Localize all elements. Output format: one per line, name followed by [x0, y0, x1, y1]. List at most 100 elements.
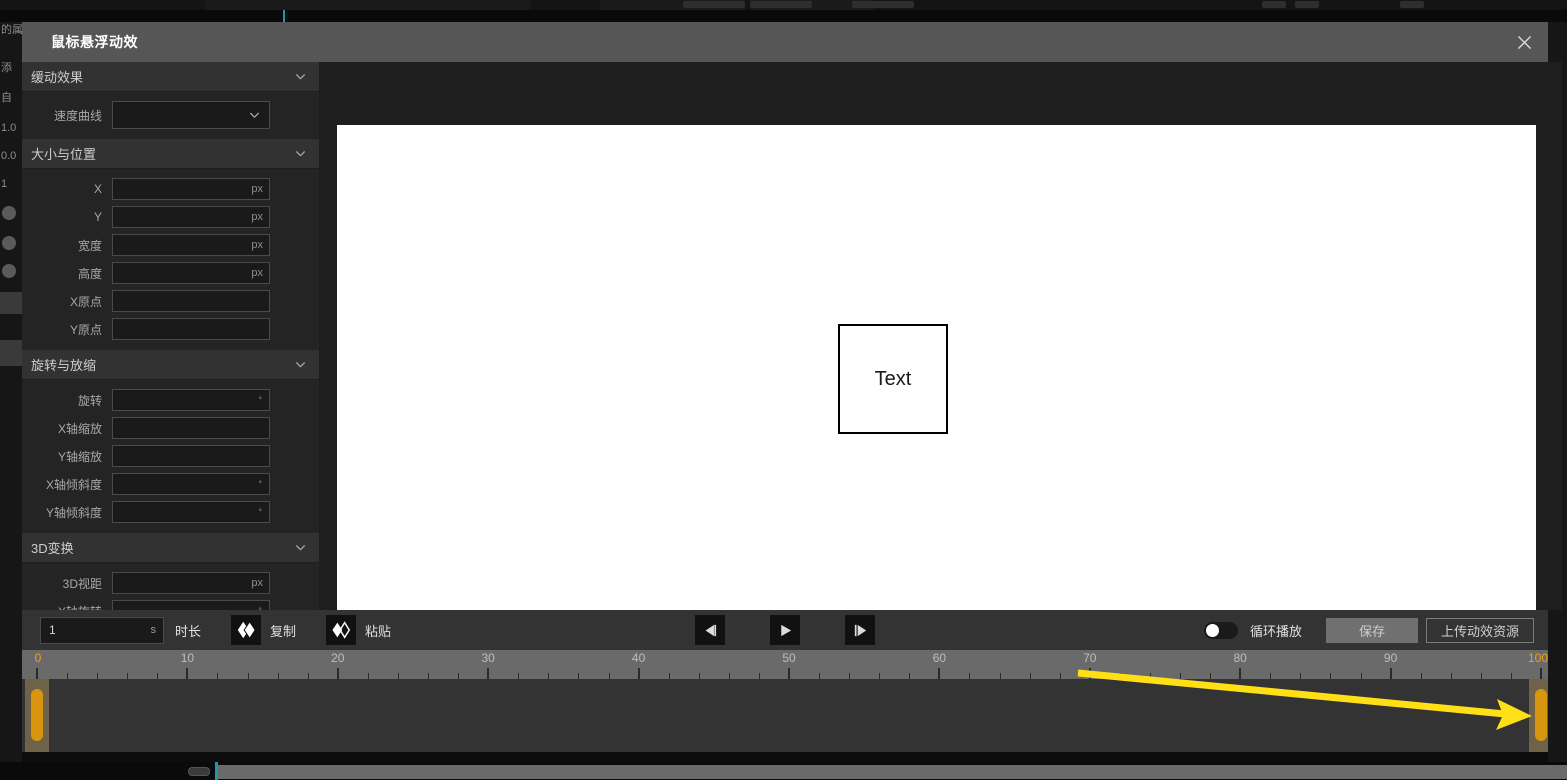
chevron-down-icon[interactable] [294, 541, 307, 554]
y-field[interactable]: px [112, 206, 270, 228]
scale-y-input[interactable] [113, 446, 269, 466]
x-origin-field[interactable] [112, 290, 270, 312]
horizontal-scrollbar[interactable] [218, 765, 1567, 779]
skew-y-input[interactable] [113, 502, 269, 522]
width-field[interactable]: px [112, 234, 270, 256]
bg-left-text: 自 [1, 92, 12, 104]
close-icon[interactable] [1500, 22, 1548, 62]
bg-left-panel: 的属 添 自 1.0 0.0 1 [0, 22, 22, 780]
skew-x-field[interactable]: ° [112, 473, 270, 495]
bg-toolbar-chip [852, 1, 914, 8]
rotate-input[interactable] [113, 390, 269, 410]
timeline-ruler[interactable]: 0 10 20 30 40 50 60 70 80 90 100 [22, 650, 1548, 679]
field-row-y-origin: Y原点 [22, 315, 319, 343]
speed-curve-select[interactable] [112, 101, 270, 129]
perspective-input[interactable] [113, 573, 269, 593]
section-body-easing: 速度曲线 [22, 92, 319, 139]
skew-x-input[interactable] [113, 474, 269, 494]
timeline-footer [22, 752, 1548, 762]
timeline-track[interactable] [22, 679, 1548, 752]
section-body-transform-3d: 3D视距 px X轴旋转 ° [22, 563, 319, 610]
bg-top-strip-2 [0, 10, 1567, 22]
paste-keyframe-icon [326, 615, 357, 645]
ruler-label: 10 [180, 651, 195, 665]
height-input[interactable] [113, 263, 269, 283]
ruler-label: 40 [631, 651, 646, 665]
y-input[interactable] [113, 207, 269, 227]
section-header-easing[interactable]: 缓动效果 [22, 62, 319, 92]
field-label: 宽度 [77, 238, 102, 253]
play-icon[interactable] [770, 615, 800, 645]
loop-playback-toggle[interactable] [1203, 621, 1238, 639]
section-label: 缓动效果 [31, 70, 84, 85]
scale-x-input[interactable] [113, 418, 269, 438]
duration-field[interactable]: s [40, 616, 164, 644]
bg-left-text: 0.0 [1, 150, 17, 162]
bg-left-block [0, 340, 22, 366]
upload-resource-button[interactable]: 上传动效资源 [1425, 617, 1534, 643]
section-header-size-position[interactable]: 大小与位置 [22, 139, 319, 169]
section-header-transform-3d[interactable]: 3D变换 [22, 533, 319, 563]
bg-toolbar-chip [1262, 1, 1286, 8]
preview-canvas[interactable]: Text [337, 125, 1536, 638]
field-row-y: Y px [22, 203, 319, 231]
duration-input[interactable] [41, 617, 163, 643]
keyframe-timeline[interactable]: 0 10 20 30 40 50 60 70 80 90 100 [22, 650, 1548, 762]
y-origin-field[interactable] [112, 318, 270, 340]
bg-bottom-bar [0, 762, 1567, 780]
step-forward-icon[interactable] [845, 615, 875, 645]
ruler-label: 70 [1083, 651, 1097, 665]
bg-left-text: 1.0 [1, 122, 17, 134]
bg-toolbar-chip [683, 1, 745, 8]
paste-label: 粘贴 [365, 623, 392, 639]
field-row-height: 高度 px [22, 259, 319, 287]
keyframe-marker[interactable] [31, 689, 43, 741]
toolbar-right-group: 循环播放 保存 上传动效资源 [1203, 617, 1534, 643]
ruler-tick-major [938, 668, 941, 679]
section-header-rotate-scale[interactable]: 旋转与放缩 [22, 350, 319, 380]
height-field[interactable]: px [112, 262, 270, 284]
field-label: Y轴倾斜度 [45, 505, 102, 520]
preview-text-label: Text [874, 367, 912, 390]
properties-panel[interactable]: 缓动效果 速度曲线 大小与位置 X px Y px 宽度 px 高度 px X原… [22, 62, 319, 610]
x-input[interactable] [113, 179, 269, 199]
loop-playback-label: 循环播放 [1249, 623, 1302, 639]
transport-controls [695, 615, 875, 645]
chevron-down-icon[interactable] [294, 358, 307, 371]
save-button[interactable]: 保存 [1325, 617, 1418, 643]
chevron-down-icon[interactable] [294, 70, 307, 83]
bg-left-dot [2, 206, 16, 220]
paste-keyframe-button[interactable]: 粘贴 [326, 615, 391, 645]
dialog-title: 鼠标悬浮动效 [51, 34, 138, 50]
bg-left-dot [2, 264, 16, 278]
scale-y-field[interactable] [112, 445, 270, 467]
bg-cyan-divider [215, 762, 218, 780]
chevron-down-icon[interactable] [294, 147, 307, 160]
x-origin-input[interactable] [113, 291, 269, 311]
field-label: X轴缩放 [57, 421, 102, 436]
field-label: 旋转 [77, 393, 102, 408]
width-input[interactable] [113, 235, 269, 255]
perspective-field[interactable]: px [112, 572, 270, 594]
duration-label: 时长 [175, 623, 202, 639]
bg-cyan-marker [283, 10, 285, 22]
rotate-field[interactable]: ° [112, 389, 270, 411]
skew-y-field[interactable]: ° [112, 501, 270, 523]
field-label: Y [93, 210, 102, 224]
keyframe-marker[interactable] [1535, 689, 1547, 741]
dialog-body: 缓动效果 速度曲线 大小与位置 X px Y px 宽度 px 高度 px X原… [22, 62, 1562, 638]
step-backward-icon[interactable] [695, 615, 725, 645]
scale-x-field[interactable] [112, 417, 270, 439]
field-label: X轴旋转 [22, 603, 112, 611]
rotate-x-3d-input[interactable] [113, 601, 269, 610]
preview-text-element[interactable]: Text [838, 324, 948, 434]
field-label: 速度曲线 [53, 108, 102, 123]
dialog-title-bar: 鼠标悬浮动效 [22, 22, 1548, 62]
x-field[interactable]: px [112, 178, 270, 200]
y-origin-input[interactable] [113, 319, 269, 339]
copy-keyframe-button[interactable]: 复制 [231, 615, 296, 645]
rotate-x-3d-field[interactable]: ° [112, 600, 270, 610]
scroll-handle[interactable] [188, 767, 210, 776]
field-label: 3D视距 [62, 576, 102, 591]
ruler-label: 50 [782, 651, 796, 665]
